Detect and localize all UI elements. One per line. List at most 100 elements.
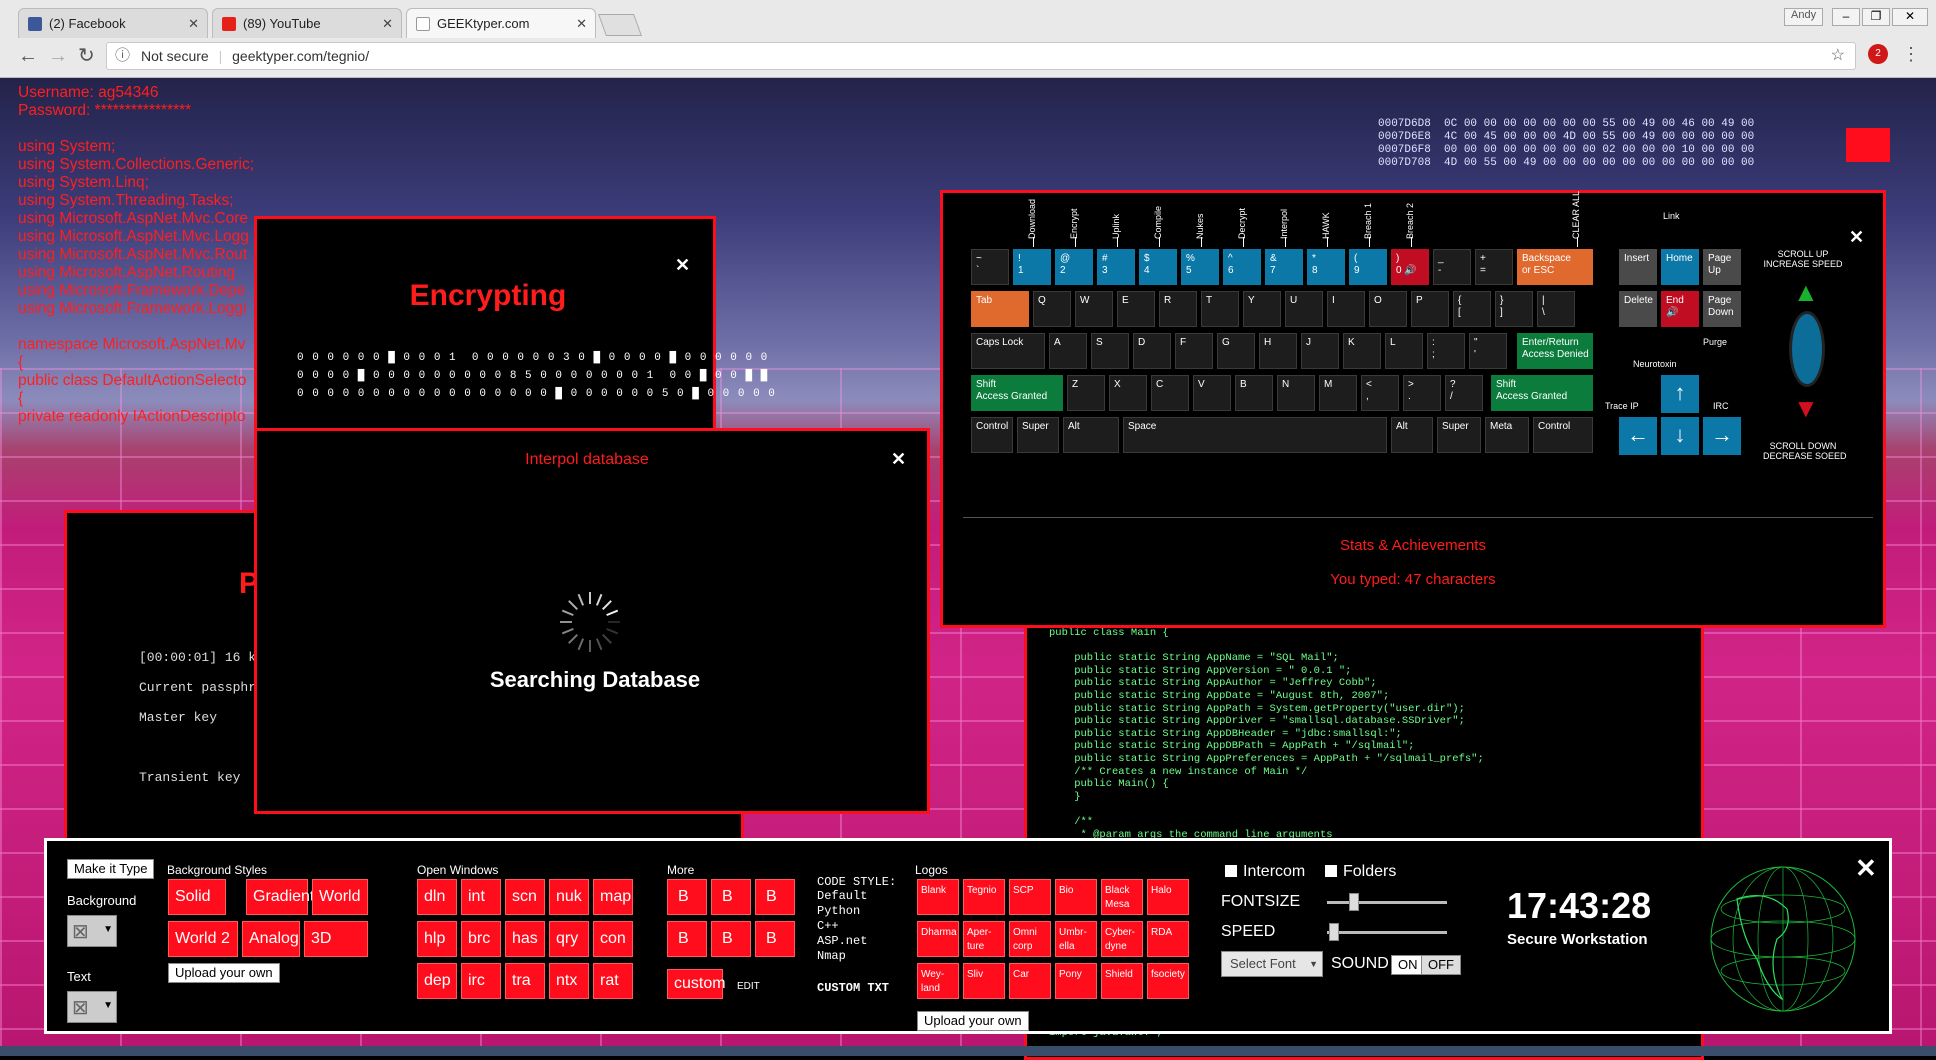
key[interactable]: ? / bbox=[1445, 375, 1483, 411]
key-shift-right[interactable]: Shift Access Granted bbox=[1491, 375, 1593, 411]
key[interactable]: Backspace or ESC bbox=[1517, 249, 1593, 285]
open-window-button[interactable]: has bbox=[505, 921, 545, 957]
more-button[interactable]: B bbox=[755, 921, 795, 957]
key-pageup[interactable]: Page Up bbox=[1703, 249, 1741, 285]
scroll-up-arrow-icon[interactable]: ▲ bbox=[1793, 277, 1819, 308]
bookmark-star-icon[interactable]: ☆ bbox=[1831, 43, 1845, 69]
key[interactable]: W bbox=[1075, 291, 1113, 327]
key[interactable]: ^ 6 bbox=[1223, 249, 1261, 285]
more-button[interactable]: B bbox=[711, 879, 751, 915]
key[interactable]: Alt bbox=[1391, 417, 1433, 453]
key[interactable]: % 5 bbox=[1181, 249, 1219, 285]
key[interactable]: Y bbox=[1243, 291, 1281, 327]
more-button[interactable]: B bbox=[667, 879, 707, 915]
scroll-speed-knob[interactable] bbox=[1789, 311, 1825, 387]
open-window-button[interactable]: nuk bbox=[549, 879, 589, 915]
key[interactable]: Control bbox=[971, 417, 1013, 453]
new-tab-button[interactable] bbox=[597, 14, 643, 36]
logo-button[interactable]: SCP bbox=[1009, 879, 1051, 915]
address-bar[interactable]: ⓘ Not secure | geektyper.com/tegnio/ ☆ bbox=[106, 42, 1856, 70]
custom-txt-link[interactable]: CUSTOM TXT bbox=[817, 981, 889, 995]
more-button[interactable]: B bbox=[667, 921, 707, 957]
close-tab-icon[interactable]: ✕ bbox=[188, 9, 199, 38]
reload-icon[interactable]: ↻ bbox=[78, 44, 95, 68]
key[interactable]: K bbox=[1343, 333, 1381, 369]
key[interactable]: > . bbox=[1403, 375, 1441, 411]
key[interactable]: P bbox=[1411, 291, 1449, 327]
key-tab[interactable]: Tab bbox=[971, 291, 1029, 327]
forward-icon[interactable]: → bbox=[48, 44, 68, 68]
key[interactable]: J bbox=[1301, 333, 1339, 369]
sound-on-button[interactable]: ON bbox=[1391, 955, 1425, 975]
open-window-button[interactable]: int bbox=[461, 879, 501, 915]
key-caps[interactable]: Caps Lock bbox=[971, 333, 1045, 369]
logo-button[interactable]: Car bbox=[1009, 963, 1051, 999]
key[interactable]: S bbox=[1091, 333, 1129, 369]
open-window-button[interactable]: rat bbox=[593, 963, 633, 999]
key[interactable]: A bbox=[1049, 333, 1087, 369]
key[interactable]: C bbox=[1151, 375, 1189, 411]
open-window-button[interactable]: con bbox=[593, 921, 633, 957]
logo-button[interactable]: Blank bbox=[917, 879, 959, 915]
key[interactable]: " ' bbox=[1469, 333, 1507, 369]
key[interactable]: I bbox=[1327, 291, 1365, 327]
key[interactable]: Super bbox=[1437, 417, 1481, 453]
speed-slider[interactable] bbox=[1327, 931, 1447, 934]
close-panel-icon[interactable]: ✕ bbox=[1855, 853, 1877, 884]
key-delete[interactable]: Delete bbox=[1619, 291, 1657, 327]
tab-geektyper[interactable]: GEEKtyper.com ✕ bbox=[406, 8, 596, 38]
key[interactable]: D bbox=[1133, 333, 1171, 369]
key[interactable]: X bbox=[1109, 375, 1147, 411]
key[interactable]: { [ bbox=[1453, 291, 1491, 327]
key[interactable]: Q bbox=[1033, 291, 1071, 327]
tab-youtube[interactable]: (89) YouTube ✕ bbox=[212, 8, 402, 38]
close-tab-icon[interactable]: ✕ bbox=[382, 9, 393, 38]
key[interactable]: H bbox=[1259, 333, 1297, 369]
edit-link[interactable]: EDIT bbox=[737, 981, 760, 992]
key-enter[interactable]: Enter/Return Access Denied bbox=[1517, 333, 1593, 369]
key[interactable]: G bbox=[1217, 333, 1255, 369]
key[interactable]: N bbox=[1277, 375, 1315, 411]
logo-button[interactable]: Aper- ture bbox=[963, 921, 1005, 957]
key[interactable]: Z bbox=[1067, 375, 1105, 411]
logo-button[interactable]: Tegnio bbox=[963, 879, 1005, 915]
key-home[interactable]: Home bbox=[1661, 249, 1699, 285]
key-end[interactable]: End 🔊 bbox=[1661, 291, 1699, 327]
extension-icon[interactable]: 2 bbox=[1868, 44, 1888, 64]
bg-style-button[interactable]: World 1 bbox=[312, 879, 368, 939]
key-insert[interactable]: Insert bbox=[1619, 249, 1657, 285]
logo-button[interactable]: Dharma bbox=[917, 921, 959, 957]
upload-background-button[interactable]: Upload your own bbox=[168, 963, 280, 983]
key[interactable]: _ - bbox=[1433, 249, 1471, 285]
code-style-option[interactable]: ASP.net bbox=[817, 934, 867, 948]
key[interactable]: Meta bbox=[1485, 417, 1529, 453]
scroll-down-arrow-icon[interactable]: ▼ bbox=[1793, 393, 1819, 424]
stats-achievements-link[interactable]: Stats & Achievements bbox=[943, 537, 1883, 554]
key[interactable]: Super bbox=[1017, 417, 1059, 453]
open-window-button[interactable]: irc bbox=[461, 963, 501, 999]
arrow-key[interactable]: ↑ bbox=[1661, 375, 1699, 413]
more-button[interactable]: B bbox=[755, 879, 795, 915]
keyboard-window[interactable]: ✕ ~ `! 1 @ 2 # 3 $ 4% 5 ^ 6 & 7 * 8( 9) 0 🔊 _ -… bbox=[940, 190, 1886, 628]
logo-button[interactable]: Umbr- ella bbox=[1055, 921, 1097, 957]
key[interactable]: M bbox=[1319, 375, 1357, 411]
close-tab-icon[interactable]: ✕ bbox=[576, 9, 587, 38]
logo-button[interactable]: Pony bbox=[1055, 963, 1097, 999]
back-icon[interactable]: ← bbox=[18, 44, 38, 68]
interpol-window[interactable]: ✕ Interpol database Searching Database bbox=[254, 428, 930, 814]
custom-button[interactable]: custom bbox=[667, 969, 726, 999]
speed-slider-handle[interactable] bbox=[1329, 923, 1339, 941]
open-window-button[interactable]: dep bbox=[417, 963, 457, 999]
open-window-button[interactable]: map bbox=[593, 879, 633, 915]
close-window-button[interactable]: ✕ bbox=[1892, 8, 1928, 26]
open-window-button[interactable]: scn bbox=[505, 879, 545, 915]
bg-style-button[interactable]: World 2 bbox=[168, 921, 238, 957]
key[interactable]: F bbox=[1175, 333, 1213, 369]
open-window-button[interactable]: hlp bbox=[417, 921, 457, 957]
open-window-button[interactable]: qry bbox=[549, 921, 589, 957]
sound-off-button[interactable]: OFF bbox=[1421, 955, 1461, 975]
key[interactable]: ~ ` bbox=[971, 249, 1009, 285]
upload-logo-button[interactable]: Upload your own bbox=[917, 1011, 1029, 1031]
fontsize-slider-handle[interactable] bbox=[1349, 893, 1359, 911]
code-style-option[interactable]: C++ bbox=[817, 919, 839, 933]
